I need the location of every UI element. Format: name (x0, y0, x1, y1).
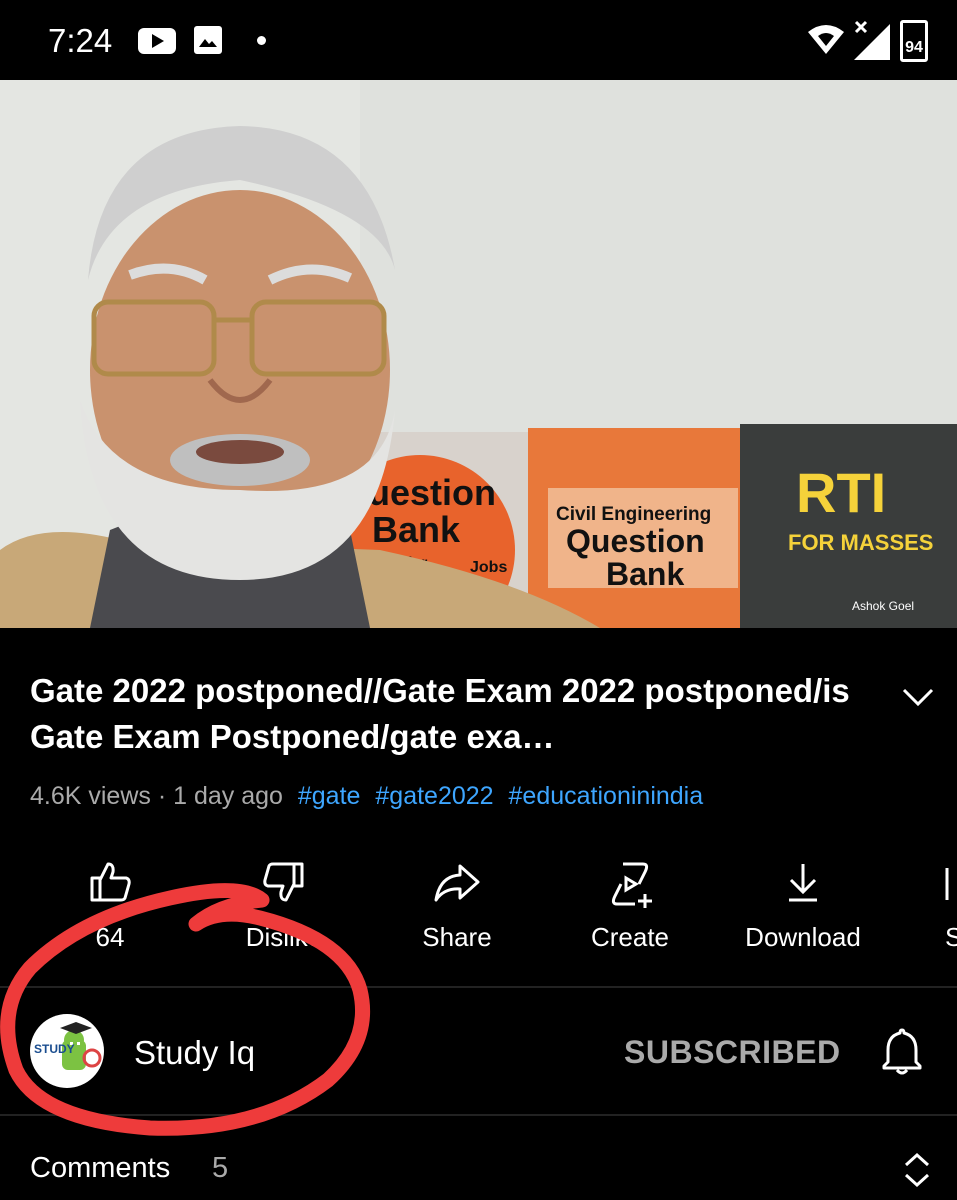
action-bar: 64 Dislike Share Create Download S (0, 850, 957, 970)
svg-text:Ashok Goel: Ashok Goel (852, 599, 914, 613)
status-bar: 7:24 94 (0, 0, 957, 80)
share-label: Share (422, 922, 492, 952)
svg-text:Question: Question (566, 523, 705, 559)
svg-text:FOR MASSES: FOR MASSES (788, 530, 933, 555)
thumbs-down-icon (263, 862, 304, 902)
expand-collapse-icon[interactable] (900, 1150, 934, 1190)
dislike-label: Dislike (245, 922, 323, 952)
share-button[interactable]: Share (377, 850, 537, 970)
save-icon (945, 868, 949, 900)
signal-icon (854, 20, 890, 60)
channel-row[interactable]: STUDY Study Iq SUBSCRIBED (0, 992, 957, 1114)
hashtag-gate[interactable]: #gate (298, 782, 361, 810)
save-label: S (945, 922, 957, 952)
save-button[interactable]: S (895, 850, 957, 970)
comments-section[interactable]: Comments 5 (0, 1118, 957, 1200)
bell-icon[interactable] (880, 1026, 924, 1076)
hashtag-gate2022[interactable]: #gate2022 (375, 782, 493, 810)
avatar-text: STUDY (34, 1042, 75, 1056)
thumbs-up-icon (90, 862, 131, 902)
create-icon (611, 862, 652, 908)
video-meta: 4.6K views · 1 day ago #gate #gate2022 #… (30, 782, 703, 811)
svg-text:Bank: Bank (372, 509, 461, 550)
divider-bottom (0, 1114, 957, 1116)
book-rti-for-masses: RTI FOR MASSES Ashok Goel (740, 424, 957, 628)
image-notification-icon (194, 26, 222, 54)
channel-avatar[interactable]: STUDY (30, 1014, 104, 1088)
hashtag-educationinindia[interactable]: #educationinindia (509, 782, 704, 810)
book-civil-engineering: Civil Engineering Question Bank (528, 428, 740, 628)
svg-text:Civil Engineering: Civil Engineering (556, 504, 711, 525)
download-label: Download (745, 922, 861, 952)
video-player[interactable]: uestion Bank for Jobs Civil Engineering … (0, 80, 957, 628)
share-icon (434, 864, 480, 902)
dislike-button[interactable]: Dislike (204, 850, 364, 970)
svg-text:Bank: Bank (606, 556, 684, 592)
youtube-notification-icon (138, 28, 176, 54)
svg-text:Jobs: Jobs (470, 559, 507, 576)
chevron-down-icon[interactable] (898, 682, 938, 712)
wifi-icon (808, 25, 844, 54)
views-and-date: 4.6K views · 1 day ago (30, 782, 283, 810)
like-button[interactable]: 64 (30, 850, 190, 970)
channel-name[interactable]: Study Iq (134, 1034, 255, 1072)
battery-level: 94 (905, 39, 923, 56)
video-title[interactable]: Gate 2022 postponed//Gate Exam 2022 post… (30, 668, 850, 760)
download-button[interactable]: Download (723, 850, 883, 970)
svg-text:uestion: uestion (368, 472, 496, 513)
status-time: 7:24 (48, 22, 113, 59)
more-notifications-dot (257, 36, 266, 45)
subscribed-button[interactable]: SUBSCRIBED (624, 1034, 841, 1071)
create-label: Create (590, 922, 670, 952)
comments-label: Comments (30, 1152, 171, 1184)
create-button[interactable]: Create (550, 850, 710, 970)
video-frame: uestion Bank for Jobs Civil Engineering … (0, 80, 957, 628)
comments-count: 5 (212, 1152, 229, 1184)
divider-top (0, 986, 957, 988)
download-icon (789, 864, 817, 902)
battery-icon: 94 (900, 20, 928, 62)
svg-text:RTI: RTI (796, 461, 886, 524)
like-count: 64 (95, 922, 125, 952)
